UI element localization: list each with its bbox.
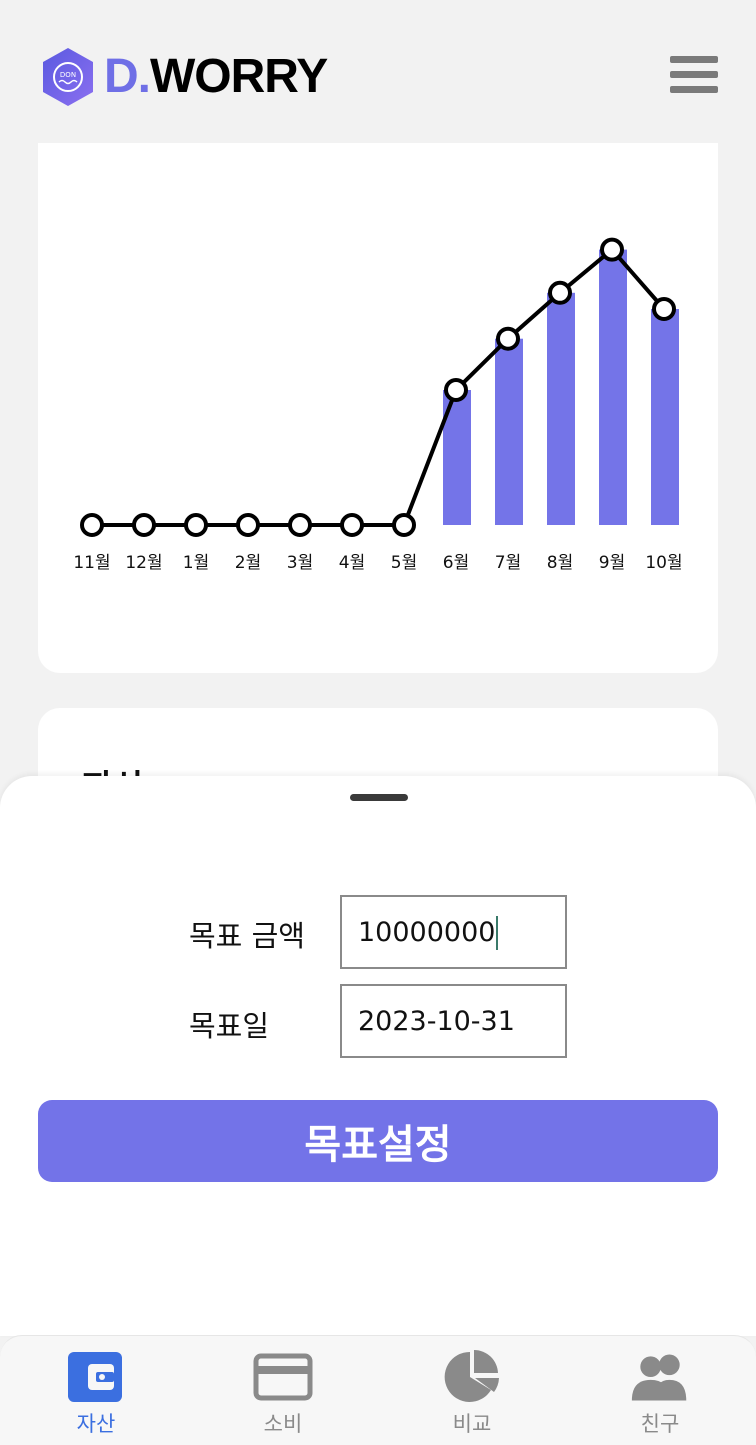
chart-point[interactable] [548,280,572,305]
chart-x-tick-label: 9월 [599,553,625,573]
wallet-icon [66,1350,126,1404]
hamburger-menu-icon[interactable] [670,56,720,98]
chart-x-tick-label: 5월 [391,553,417,573]
nav-item-spending[interactable]: 소비 [223,1336,343,1445]
chart-x-tick-label: 8월 [547,553,573,573]
chart-point[interactable] [392,513,416,537]
logo-badge-text: DON [60,71,76,79]
bottom-nav: 자산 소비 비교 친구 [0,1335,756,1445]
nav-label-friends: 친구 [640,1412,680,1436]
sheet-drag-handle[interactable] [350,794,408,801]
chart-x-tick-label: 2월 [235,553,261,573]
goal-amount-label: 목표 금액 [189,919,305,953]
chart-bar [547,292,575,525]
nav-item-compare[interactable]: 비교 [412,1336,532,1445]
chart-bar [651,309,679,525]
chart-x-tick-label: 3월 [287,553,313,573]
chart-point[interactable] [184,513,208,537]
chart-point[interactable] [80,513,104,537]
pie-chart-icon [442,1350,502,1404]
chart-bar [495,338,523,525]
goal-amount-input[interactable] [340,895,567,969]
goal-date-label: 목표일 [189,1009,270,1043]
nav-label-compare: 비교 [452,1412,492,1436]
app-header: DON D.WORRY [0,0,756,140]
nav-label-spending: 소비 [263,1412,303,1436]
chart-point[interactable] [652,297,676,321]
chart-point[interactable] [132,513,156,537]
chart-point[interactable] [236,513,260,537]
asset-chart-card: 11월 12월 1월 2월 3월 4월 5월 6월 7월 8월 9월 10월 [38,143,718,673]
nav-label-assets: 자산 [76,1412,116,1436]
nav-item-assets[interactable]: 자산 [36,1336,156,1445]
credit-card-icon [253,1350,313,1404]
don-badge-icon: DON [40,46,96,108]
logo-wordmark: D.WORRY [104,46,328,108]
chart-x-tick-label: 12월 [125,553,162,573]
chart-x-tick-label: 6월 [443,553,469,573]
chart-x-tick-label: 4월 [339,553,365,573]
chart-series-line [92,247,666,527]
chart-x-tick-label: 10월 [645,553,682,573]
logo-prefix: D. [104,50,151,103]
goal-bottom-sheet: 목표 금액 목표일 목표설정 [0,776,756,1336]
friends-icon [630,1350,690,1404]
chart-point[interactable] [340,513,364,537]
chart-point[interactable] [444,378,468,402]
chart-point[interactable] [288,513,312,537]
chart-point[interactable] [496,326,520,351]
goal-date-input[interactable] [340,984,567,1058]
chart-x-tick-label: 7월 [495,553,521,573]
asset-chart: 11월 12월 1월 2월 3월 4월 5월 6월 7월 8월 9월 10월 [73,237,683,573]
chart-point[interactable] [600,237,624,262]
chart-x-tick-label: 11월 [73,553,110,573]
app-logo[interactable]: DON D.WORRY [40,46,328,108]
logo-name: WORRY [150,50,328,103]
nav-item-friends[interactable]: 친구 [600,1336,720,1445]
chart-bar [599,249,627,525]
text-caret [496,916,498,950]
chart-x-tick-label: 1월 [183,553,209,573]
set-goal-button[interactable]: 목표설정 [38,1100,718,1182]
